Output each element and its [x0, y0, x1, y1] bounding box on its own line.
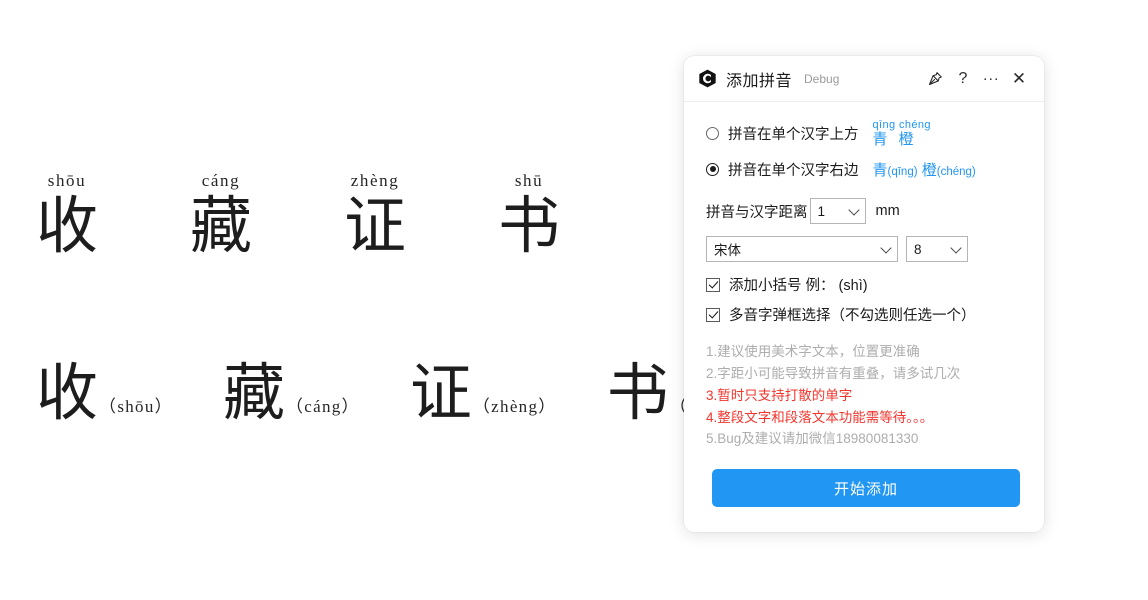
preview-pinyin-1: (qīng): [887, 165, 918, 178]
pinyin-text: （cáng）: [285, 397, 360, 416]
hanzi-character: 证: [344, 189, 407, 262]
radio-mark-side[interactable]: [706, 162, 719, 176]
debug-label: Debug: [804, 71, 840, 86]
note-line: 4.整段文字和段落文本功能需等待。。。: [706, 409, 934, 425]
pin-icon[interactable]: [922, 66, 948, 92]
checkbox-label-parentheses[interactable]: 添加小括号 例： (shì): [729, 274, 868, 295]
pinyin-text: cáng: [201, 171, 241, 190]
notes-list: 1.建议使用美术字文本，位置更准确 2.字距小可能导致拼音有重叠，请多试几次 3…: [706, 341, 1026, 450]
hanzi-character: 证: [409, 356, 472, 429]
radio-label-side[interactable]: 拼音在单个汉字右边: [728, 159, 859, 180]
hanzi-character: 藏: [222, 356, 285, 429]
preview-pinyin-above: qīng chéng 青橙: [872, 118, 931, 148]
font-row: 宋体 8: [706, 236, 1026, 262]
checkbox-polyphone[interactable]: [706, 307, 720, 322]
distance-row: 拼音与汉字距离 1 mm: [706, 198, 1026, 224]
preview-hanzi-2: 橙: [921, 161, 937, 179]
titlebar-actions: ? ··· ✕: [922, 66, 1032, 92]
character-unit: zhèng 证: [344, 172, 406, 258]
chevron-down-icon: [880, 242, 892, 254]
pinyin-text: （shōu）: [99, 397, 173, 416]
add-pinyin-panel: 添加拼音 Debug ? ··· ✕ 拼音在单个汉字上方 qīng chéng …: [684, 56, 1044, 532]
font-family-select[interactable]: 宋体: [706, 236, 898, 262]
checkbox-label-polyphone[interactable]: 多音字弹框选择（不勾选则任选一个）: [729, 304, 976, 325]
radio-mark-above[interactable]: [706, 126, 719, 140]
checkbox-parentheses[interactable]: [706, 277, 720, 292]
preview-hanzi-1: 青: [872, 161, 888, 179]
start-add-button[interactable]: 开始添加: [712, 469, 1020, 508]
panel-body: 拼音在单个汉字上方 qīng chéng 青橙 拼音在单个汉字右边 青(qīng…: [684, 102, 1044, 508]
radio-label-above[interactable]: 拼音在单个汉字上方: [728, 123, 859, 144]
checkbox-row-polyphone[interactable]: 多音字弹框选择（不勾选则任选一个）: [706, 304, 1026, 325]
font-family-value: 宋体: [714, 243, 741, 258]
character-unit: 证 （zhèng）: [410, 360, 557, 425]
character-unit: shū 书: [498, 172, 560, 258]
distance-label: 拼音与汉字距离: [706, 204, 808, 221]
pinyin-text: （zhèng）: [472, 397, 557, 416]
chevron-down-icon: [950, 242, 962, 254]
font-size-select[interactable]: 8: [906, 236, 968, 262]
panel-title: 添加拼音: [726, 72, 793, 90]
hanzi-character: 藏: [190, 189, 253, 262]
hanzi-character: 书: [606, 356, 669, 429]
document-canvas: shōu 收 cáng 藏 zhèng 证 shū 书 收 （shōu） 藏 （…: [0, 0, 732, 600]
note-line: 1.建议使用美术字文本，位置更准确: [706, 344, 920, 359]
character-unit: cáng 藏: [190, 172, 252, 258]
note-line: 3.暂时只支持打散的单字: [706, 387, 853, 403]
distance-value: 1: [817, 203, 826, 219]
question-mark-icon[interactable]: ?: [950, 66, 976, 92]
note-line: 5.Bug及建议请加微信18980081330: [706, 431, 919, 447]
hanzi-character: 收: [36, 189, 99, 262]
pinyin-text: shōu: [47, 171, 87, 190]
close-icon[interactable]: ✕: [1006, 66, 1032, 92]
radio-option-pinyin-side[interactable]: 拼音在单个汉字右边 青(qīng) 橙(chéng): [706, 152, 1026, 186]
ellipsis-icon[interactable]: ···: [978, 66, 1004, 92]
pinyin-text: shū: [514, 171, 544, 190]
checkbox-row-parentheses[interactable]: 添加小括号 例： (shì): [706, 274, 1026, 295]
pinyin-text: zhèng: [350, 171, 400, 190]
distance-unit-label: mm: [875, 203, 900, 219]
hanzi-character: 收: [36, 356, 99, 429]
note-line: 2.字距小可能导致拼音有重叠，请多试几次: [706, 365, 961, 381]
preview-pinyin-text: qīng chéng: [872, 118, 931, 131]
preview-hanzi-text: 青橙: [872, 130, 925, 148]
panel-titlebar[interactable]: 添加拼音 Debug ? ··· ✕: [684, 56, 1044, 102]
font-size-value: 8: [914, 241, 922, 257]
preview-pinyin-side: 青(qīng) 橙(chéng): [873, 159, 976, 180]
chevron-down-icon: [847, 204, 860, 216]
hanzi-character: 书: [498, 189, 561, 262]
character-unit: shōu 收: [36, 172, 98, 258]
radio-option-pinyin-above[interactable]: 拼音在单个汉字上方 qīng chéng 青橙: [706, 116, 1026, 150]
hexagon-c-logo-icon: [699, 69, 716, 88]
preview-pinyin-2: (chéng): [936, 165, 976, 178]
character-row-pinyin-side: 收 （shōu） 藏 （cáng） 证 （zhèng） 书 （shū）: [36, 360, 734, 425]
distance-select[interactable]: 1: [809, 198, 866, 224]
character-unit: 收 （shōu）: [36, 360, 173, 425]
character-row-pinyin-above: shōu 收 cáng 藏 zhèng 证 shū 书: [36, 172, 560, 258]
character-unit: 藏 （cáng）: [223, 360, 360, 425]
